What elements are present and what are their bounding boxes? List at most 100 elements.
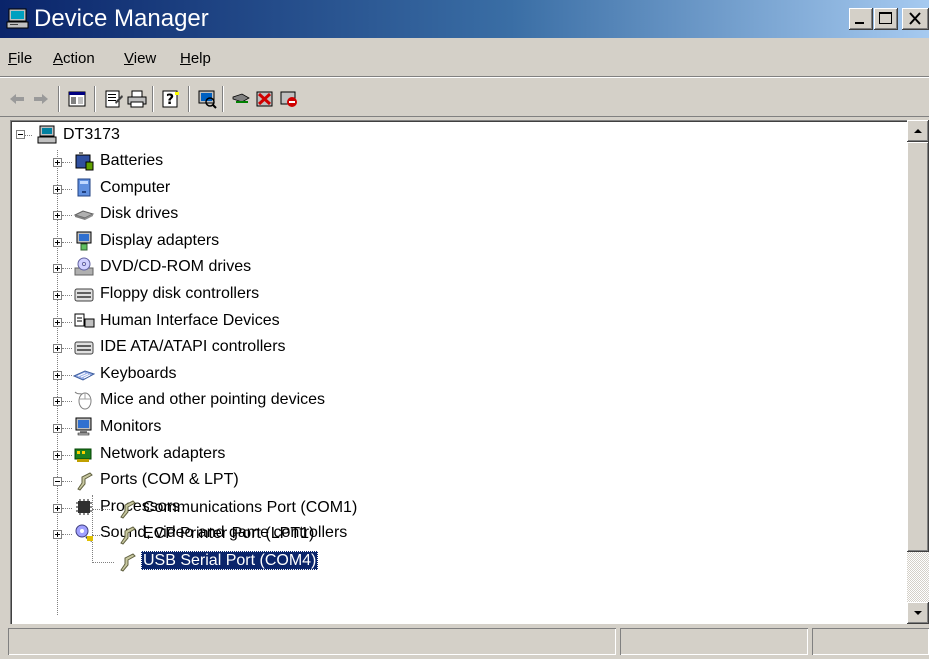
tree-connector bbox=[62, 268, 72, 270]
menu-help[interactable]: Help bbox=[180, 50, 211, 68]
expand-toggle[interactable] bbox=[53, 318, 62, 327]
tree-connector bbox=[24, 135, 32, 137]
tree-connector bbox=[92, 509, 114, 511]
controller-icon bbox=[73, 336, 95, 358]
computer-icon bbox=[6, 8, 30, 30]
scroll-track[interactable] bbox=[907, 552, 929, 602]
menu-action[interactable]: Action bbox=[53, 50, 95, 68]
forward-button[interactable] bbox=[30, 88, 52, 110]
expand-toggle[interactable] bbox=[16, 130, 25, 139]
scan-hardware-icon bbox=[198, 90, 217, 109]
expand-toggle[interactable] bbox=[53, 477, 62, 486]
toolbar-divider bbox=[0, 116, 929, 117]
print-button[interactable] bbox=[126, 88, 148, 110]
toolbar: ? bbox=[0, 80, 929, 116]
processor-icon bbox=[73, 496, 95, 518]
scroll-up-button[interactable] bbox=[907, 120, 929, 142]
expand-toggle[interactable] bbox=[53, 530, 62, 539]
expand-toggle[interactable] bbox=[53, 264, 62, 273]
tree-connector bbox=[62, 295, 72, 297]
disk-drive-icon bbox=[73, 203, 95, 225]
computer-icon bbox=[73, 177, 95, 199]
tree-node-label: Network adapters bbox=[100, 445, 226, 462]
expand-toggle[interactable] bbox=[53, 238, 62, 247]
device-tree[interactable]: DT3173 Batteries Computer Disk drives Displ… bbox=[10, 120, 929, 624]
expand-toggle[interactable] bbox=[53, 185, 62, 194]
port-icon bbox=[116, 523, 138, 545]
show-hide-console-tree-icon bbox=[68, 91, 86, 107]
scan-hardware-button[interactable] bbox=[196, 88, 218, 110]
monitor-icon bbox=[73, 416, 95, 438]
uninstall-button[interactable] bbox=[254, 88, 276, 110]
properties-icon bbox=[105, 90, 123, 108]
expand-toggle[interactable] bbox=[53, 397, 62, 406]
menu-view-accel: V bbox=[124, 50, 134, 67]
tree-node-label: USB Serial Port (COM4) bbox=[141, 551, 319, 570]
expand-toggle[interactable] bbox=[53, 504, 62, 513]
expand-toggle[interactable] bbox=[53, 158, 62, 167]
menu-view[interactable]: View bbox=[124, 50, 156, 68]
arrow-up-icon bbox=[914, 129, 922, 133]
sound-icon bbox=[73, 522, 95, 544]
expand-toggle[interactable] bbox=[53, 424, 62, 433]
keyboard-icon bbox=[72, 363, 96, 385]
status-bar bbox=[0, 626, 929, 659]
status-pane-3 bbox=[812, 628, 929, 655]
display-adapter-icon bbox=[73, 230, 95, 252]
tree-node-label: Human Interface Devices bbox=[100, 312, 280, 329]
update-driver-icon bbox=[232, 93, 250, 103]
maximize-button[interactable] bbox=[874, 8, 898, 30]
menu-action-accel: A bbox=[53, 50, 64, 67]
tree-connector bbox=[62, 455, 72, 457]
toolbar-separator bbox=[188, 86, 190, 112]
tree-connector bbox=[62, 322, 72, 324]
tree-connector bbox=[62, 428, 72, 430]
expand-toggle[interactable] bbox=[53, 451, 62, 460]
toolbar-separator bbox=[94, 86, 96, 112]
tree-node-label: Mice and other pointing devices bbox=[100, 391, 326, 408]
port-icon bbox=[116, 497, 138, 519]
arrow-down-icon bbox=[914, 611, 922, 615]
forward-arrow-icon bbox=[34, 94, 48, 104]
tree-node-label: Display adapters bbox=[100, 232, 220, 249]
expand-toggle[interactable] bbox=[53, 211, 62, 220]
tree-connector bbox=[62, 242, 72, 244]
expand-toggle[interactable] bbox=[53, 371, 62, 380]
network-adapter-icon bbox=[73, 443, 95, 465]
print-icon bbox=[127, 90, 147, 108]
hid-icon bbox=[73, 310, 95, 332]
disable-button[interactable] bbox=[278, 88, 300, 110]
tree-node-label: Communications Port (COM1) bbox=[143, 499, 358, 516]
close-button[interactable] bbox=[902, 8, 929, 30]
update-driver-button[interactable] bbox=[230, 88, 252, 110]
back-arrow-icon bbox=[10, 94, 24, 104]
menu-view-label: iew bbox=[133, 50, 157, 67]
tree-connector bbox=[62, 508, 72, 510]
menu-file[interactable]: File bbox=[8, 50, 32, 68]
tree-node-label: Ports (COM & LPT) bbox=[100, 471, 239, 488]
menu-bar: File Action View Help bbox=[0, 41, 929, 75]
show-hide-console-tree-button[interactable] bbox=[66, 88, 88, 110]
svg-text:?: ? bbox=[166, 92, 174, 108]
properties-button[interactable] bbox=[102, 88, 124, 110]
help-button[interactable]: ? bbox=[160, 88, 182, 110]
menu-help-label: elp bbox=[190, 50, 211, 67]
back-button[interactable] bbox=[6, 88, 28, 110]
tree-connector bbox=[92, 535, 114, 537]
expand-toggle[interactable] bbox=[53, 344, 62, 353]
tree-connector bbox=[62, 375, 72, 377]
expand-toggle[interactable] bbox=[53, 291, 62, 300]
status-pane-main bbox=[8, 628, 616, 655]
scroll-thumb[interactable] bbox=[907, 142, 929, 552]
window-title: Device Manager bbox=[34, 5, 209, 32]
scroll-down-button[interactable] bbox=[907, 602, 929, 624]
menu-file-label: ile bbox=[17, 50, 33, 67]
status-pane-2 bbox=[620, 628, 808, 655]
computer-icon bbox=[36, 124, 58, 146]
vertical-scrollbar[interactable] bbox=[907, 120, 929, 624]
minimize-button[interactable] bbox=[849, 8, 873, 30]
maximize-icon bbox=[879, 12, 892, 24]
tree-node-label: Computer bbox=[100, 179, 171, 196]
menu-action-label: ction bbox=[63, 50, 95, 67]
title-bar[interactable]: Device Manager bbox=[0, 0, 929, 38]
